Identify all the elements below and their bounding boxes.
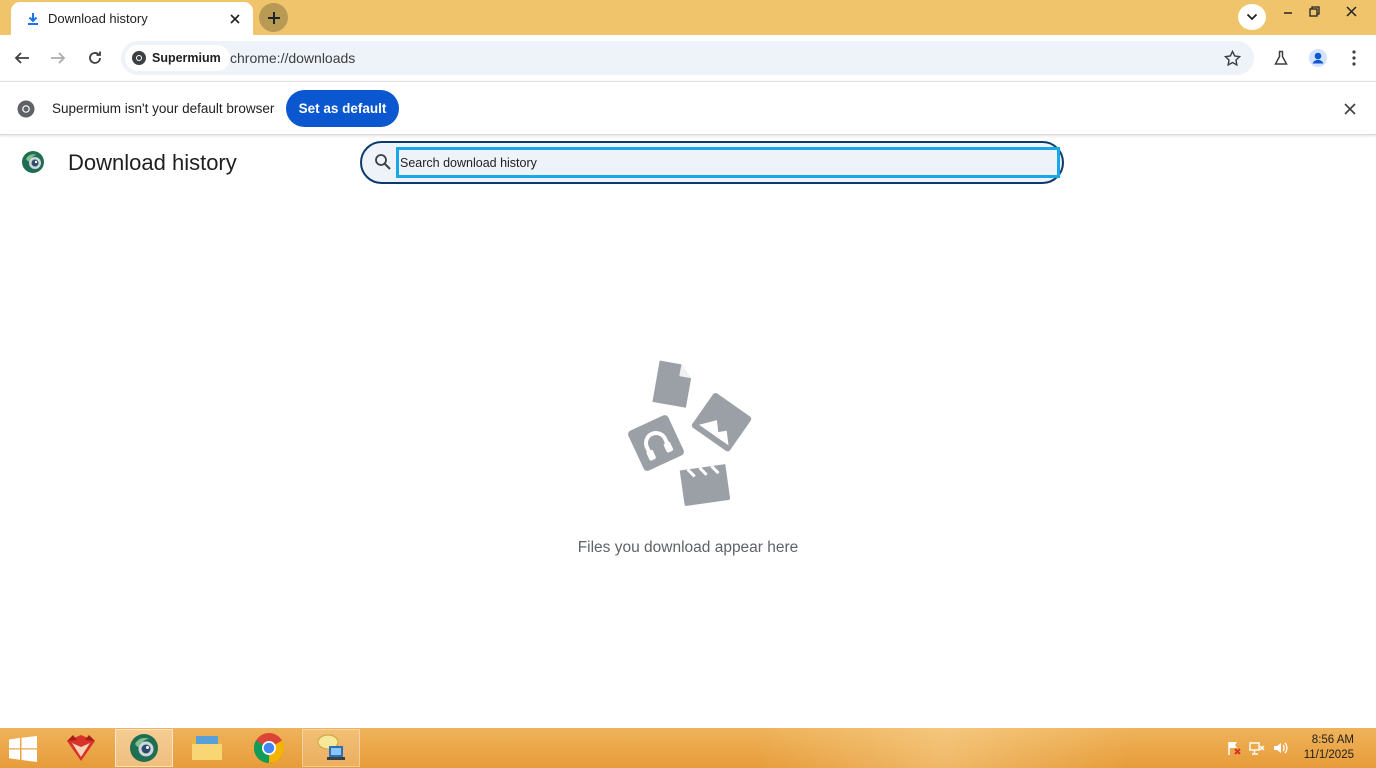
restore-button[interactable] — [1299, 0, 1329, 22]
infobar-close-button[interactable] — [1340, 99, 1360, 119]
document-icon — [652, 360, 692, 408]
chevron-down-icon — [1246, 13, 1258, 21]
site-info-chip[interactable]: Supermium — [125, 45, 230, 71]
page-title: Download history — [68, 150, 237, 175]
search-icon — [375, 154, 391, 170]
downloads-logo-icon — [22, 151, 44, 173]
arrow-left-icon — [14, 52, 29, 64]
arrow-right-icon — [51, 52, 66, 64]
site-chip-label: Supermium — [152, 51, 221, 65]
close-window-button[interactable] — [1336, 0, 1366, 22]
set-as-default-button[interactable]: Set as default — [286, 90, 399, 127]
tab-download-history[interactable]: Download history — [11, 2, 253, 35]
audio-icon — [628, 415, 684, 471]
close-icon — [1344, 103, 1356, 115]
chrome-icon — [253, 733, 285, 763]
folder-icon — [192, 736, 222, 760]
windows-logo-icon — [9, 736, 37, 762]
profile-button[interactable] — [1304, 44, 1332, 72]
address-text[interactable]: chrome://downloads — [230, 50, 355, 66]
tab-title: Download history — [48, 11, 148, 26]
labs-button[interactable] — [1267, 44, 1295, 72]
reload-button[interactable] — [81, 44, 109, 72]
more-vert-icon — [1352, 50, 1356, 66]
bookmark-button[interactable] — [1220, 46, 1244, 70]
video-icon — [679, 464, 731, 506]
taskbar-clock[interactable]: 8:56 AM 11/1/2025 — [1304, 733, 1354, 763]
tab-strip: Download history — [0, 0, 1376, 35]
clock-date: 11/1/2025 — [1303, 749, 1354, 761]
empty-state-message: Files you download appear here — [577, 539, 799, 556]
plus-icon — [267, 11, 280, 24]
clock-time: 8:56 AM — [1311, 734, 1354, 746]
close-icon — [1345, 5, 1357, 17]
start-button[interactable] — [8, 736, 38, 762]
omnibox[interactable]: Supermium chrome://downloads — [121, 41, 1254, 75]
search-box[interactable] — [360, 141, 1064, 184]
browser-toolbar: Supermium chrome://downloads — [0, 35, 1376, 81]
network-app-icon — [317, 734, 345, 760]
forward-button[interactable] — [44, 44, 72, 72]
default-browser-infobar: Supermium isn't your default browser Set… — [0, 81, 1376, 135]
download-icon — [25, 11, 41, 27]
minimize-icon — [1284, 12, 1292, 14]
new-tab-button[interactable] — [259, 3, 288, 32]
app-fox-icon — [67, 735, 95, 761]
image-icon — [691, 392, 752, 452]
tab-close-icon[interactable] — [225, 9, 245, 29]
taskbar: 8:56 AM 11/1/2025 — [0, 728, 1376, 768]
avatar-icon — [1309, 49, 1327, 67]
back-button[interactable] — [8, 44, 36, 72]
search-input[interactable] — [396, 147, 1060, 178]
taskbar-app-supermium[interactable] — [115, 729, 173, 767]
reload-icon — [89, 51, 101, 64]
action-center-flag-icon[interactable] — [1225, 740, 1243, 756]
supermium-logo-icon — [132, 51, 146, 65]
supermium-app-icon — [130, 734, 158, 762]
empty-downloads-illustration — [628, 360, 752, 506]
restore-icon — [1308, 5, 1320, 17]
star-icon — [1223, 49, 1241, 66]
flask-icon — [1274, 50, 1288, 65]
infobar-message: Supermium isn't your default browser — [52, 101, 275, 116]
volume-icon[interactable] — [1271, 740, 1289, 756]
taskbar-app-1[interactable] — [52, 729, 110, 767]
tab-search-button[interactable] — [1238, 4, 1266, 30]
taskbar-app-5[interactable] — [302, 729, 360, 767]
taskbar-app-file-explorer[interactable] — [178, 729, 236, 767]
supermium-logo-icon — [17, 100, 35, 118]
taskbar-app-chrome[interactable] — [240, 729, 298, 767]
menu-button[interactable] — [1340, 44, 1368, 72]
network-icon[interactable] — [1248, 740, 1266, 756]
